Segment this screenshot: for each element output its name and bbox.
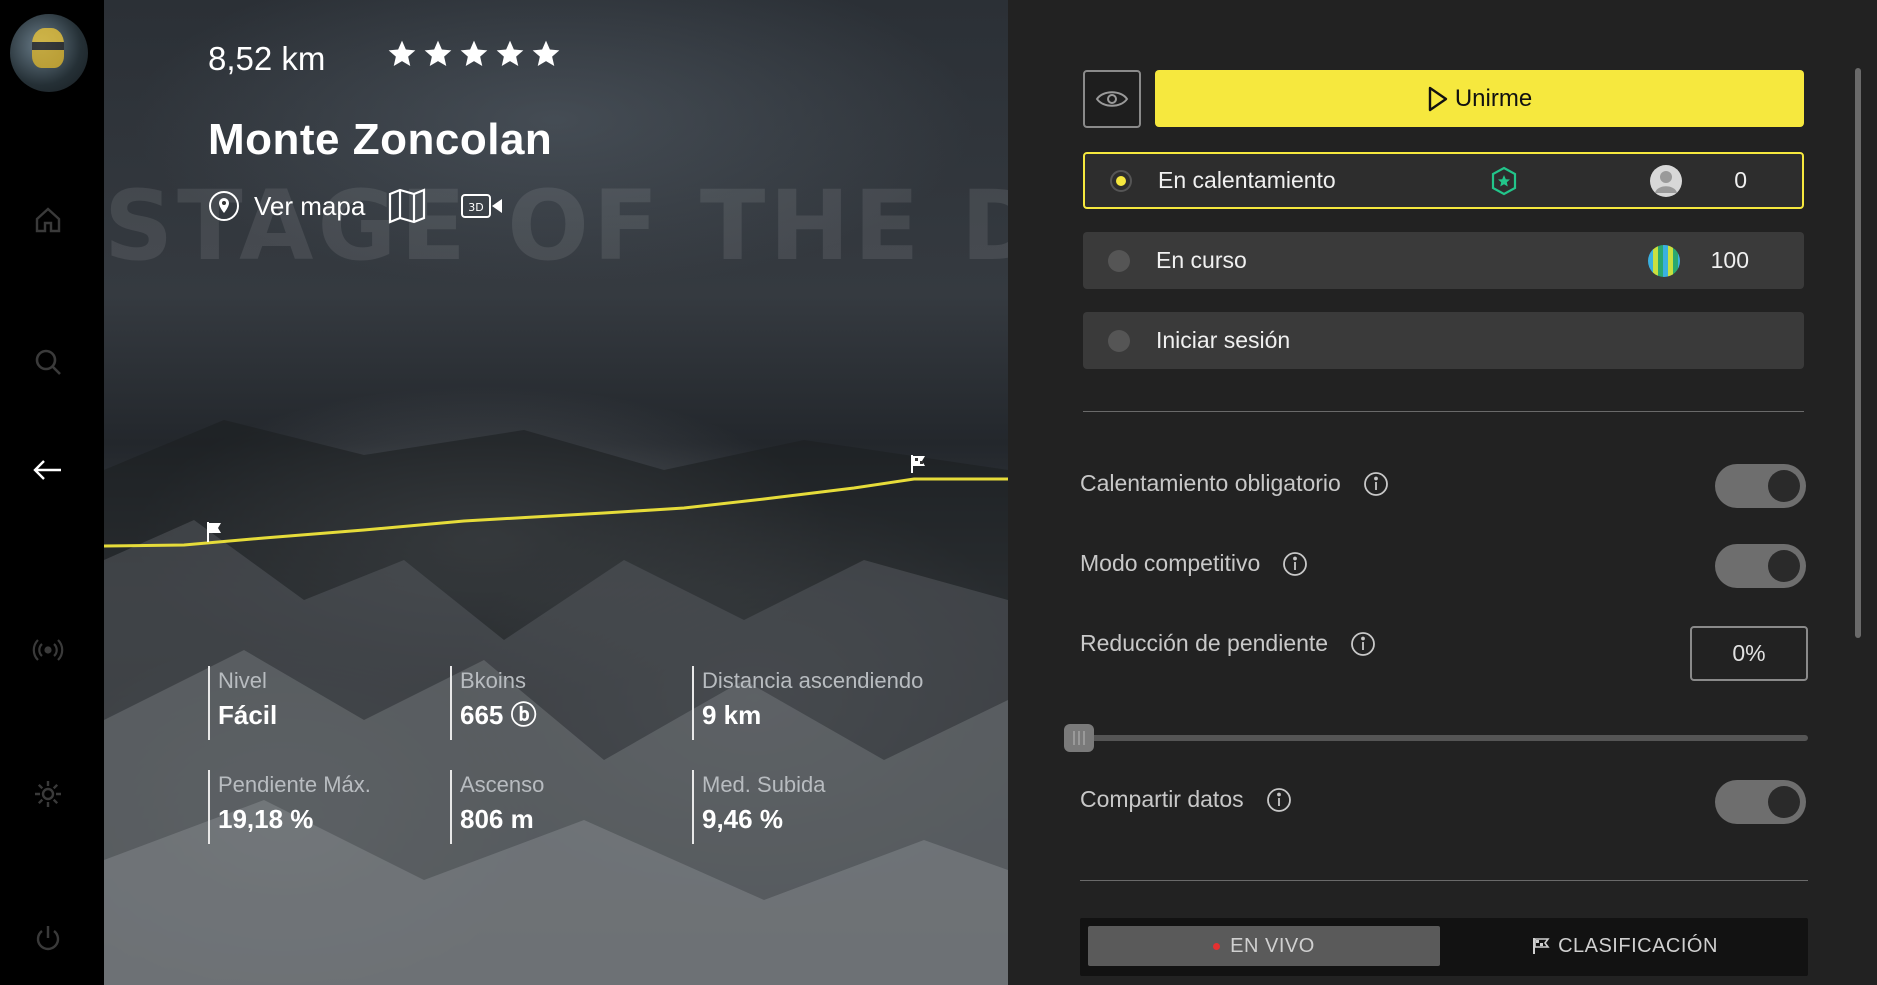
power-icon[interactable]	[28, 918, 68, 958]
tab-label: EN VIVO	[1230, 934, 1315, 957]
stat-label: Distancia ascendiendo	[702, 668, 924, 693]
finish-flag-icon	[911, 455, 925, 473]
rating-stars	[386, 38, 562, 70]
map-actions: Ver mapa 3D	[208, 188, 505, 224]
panel-scrollbar[interactable]	[1855, 68, 1861, 638]
stat-label: Bkoins	[460, 668, 527, 693]
stage-of-the-day-watermark: STAGE OF THE DAY	[104, 170, 1008, 282]
divider	[1083, 411, 1804, 412]
info-icon[interactable]	[1363, 471, 1389, 497]
stat-label: Pendiente Máx.	[218, 772, 371, 797]
info-icon[interactable]	[1282, 551, 1308, 577]
start-flag-icon	[207, 522, 221, 542]
panel-tabs: EN VIVO CLASIFICACIÓN	[1080, 918, 1808, 976]
stat-level: Nivel Fácil	[208, 666, 277, 740]
group-avatar-icon	[1648, 244, 1680, 277]
eye-icon	[1095, 91, 1129, 107]
stat-label: Nivel	[218, 668, 267, 693]
info-icon[interactable]	[1266, 787, 1292, 813]
stat-value: 9,46 %	[702, 804, 783, 834]
route-hero: STAGE OF THE DAY 8,52 km Monte Zoncolan …	[104, 0, 1008, 985]
live-dot-icon	[1213, 942, 1221, 950]
option-in-progress[interactable]: En curso 100	[1083, 232, 1804, 289]
arrow-left-icon[interactable]	[28, 450, 68, 490]
svg-text:3D: 3D	[469, 201, 484, 214]
3d-video-icon[interactable]: 3D	[461, 191, 505, 221]
divider	[1080, 880, 1808, 881]
info-icon[interactable]	[1350, 631, 1376, 657]
search-icon[interactable]	[28, 342, 68, 382]
radio-unselected[interactable]	[1108, 329, 1130, 352]
broadcast-icon[interactable]	[28, 630, 68, 670]
stat-max-slope: Pendiente Máx. 19,18 %	[208, 770, 371, 844]
setting-competitive-mode: Modo competitivo	[1080, 550, 1308, 577]
stat-value: 665 ⓑ	[460, 700, 537, 730]
view-map-link[interactable]: Ver mapa	[254, 191, 365, 222]
avatar[interactable]	[10, 14, 88, 92]
star-icon	[388, 40, 416, 66]
setting-slope-reduction: Reducción de pendiente	[1080, 630, 1376, 657]
star-icon	[532, 40, 560, 66]
star-icon	[424, 40, 452, 66]
star-icon	[460, 40, 488, 66]
option-label: En calentamiento	[1158, 167, 1336, 193]
setting-label: Compartir datos	[1080, 786, 1244, 812]
setting-label: Modo competitivo	[1080, 550, 1261, 576]
tab-ranking[interactable]: CLASIFICACIÓN	[1450, 926, 1800, 966]
slope-reduction-input[interactable]: 0%	[1690, 626, 1808, 681]
stat-bkoins: Bkoins 665 ⓑ	[450, 666, 537, 740]
radio-selected[interactable]	[1110, 169, 1132, 192]
toggle-warmup-required[interactable]	[1715, 464, 1806, 508]
option-count: 0	[1734, 167, 1747, 193]
option-label: Iniciar sesión	[1156, 327, 1291, 353]
tab-live[interactable]: EN VIVO	[1088, 926, 1440, 966]
slope-slider-thumb[interactable]	[1064, 724, 1094, 752]
star-badge-icon	[1491, 166, 1517, 195]
route-distance: 8,52 km	[208, 40, 326, 77]
user-avatar-icon	[1650, 164, 1682, 197]
stat-value: 806 m	[460, 804, 534, 834]
setting-label: Calentamiento obligatorio	[1080, 470, 1341, 496]
stat-value: Fácil	[218, 700, 278, 730]
option-count: 100	[1710, 247, 1749, 273]
option-login[interactable]: Iniciar sesión	[1083, 312, 1804, 369]
radio-unselected[interactable]	[1108, 249, 1130, 272]
stat-avg-climb: Med. Subida 9,46 %	[692, 770, 826, 844]
stat-value: 19,18 %	[218, 804, 314, 834]
sidebar	[0, 0, 104, 985]
stat-label: Ascenso	[460, 772, 545, 797]
tab-label: CLASIFICACIÓN	[1558, 934, 1718, 957]
checkered-flag-icon	[1533, 938, 1550, 954]
spectate-button[interactable]	[1083, 70, 1141, 128]
stat-value: 9 km	[702, 700, 762, 730]
route-title: Monte Zoncolan	[208, 115, 553, 164]
join-label: Unirme	[1454, 84, 1533, 112]
setting-label: Reducción de pendiente	[1080, 630, 1329, 656]
option-warmup[interactable]: En calentamiento 0	[1083, 152, 1804, 209]
home-icon[interactable]	[28, 200, 68, 240]
play-icon	[1428, 86, 1448, 111]
setting-share-data: Compartir datos	[1080, 786, 1292, 813]
slope-slider-track[interactable]	[1066, 735, 1808, 741]
elevation-profile	[104, 455, 1008, 548]
gear-icon[interactable]	[28, 774, 68, 814]
stat-ascent: Ascenso 806 m	[450, 770, 544, 844]
stat-label: Med. Subida	[702, 772, 826, 797]
join-button[interactable]: Unirme	[1155, 70, 1804, 127]
location-pin-icon	[209, 191, 239, 221]
star-icon	[496, 40, 524, 66]
option-label: En curso	[1156, 247, 1247, 273]
toggle-share-data[interactable]	[1715, 780, 1806, 824]
stat-climb-distance: Distancia ascendiendo 9 km	[692, 666, 923, 740]
setting-warmup-required: Calentamiento obligatorio	[1080, 470, 1389, 497]
toggle-competitive-mode[interactable]	[1715, 544, 1806, 588]
map-icon[interactable]	[387, 188, 427, 224]
